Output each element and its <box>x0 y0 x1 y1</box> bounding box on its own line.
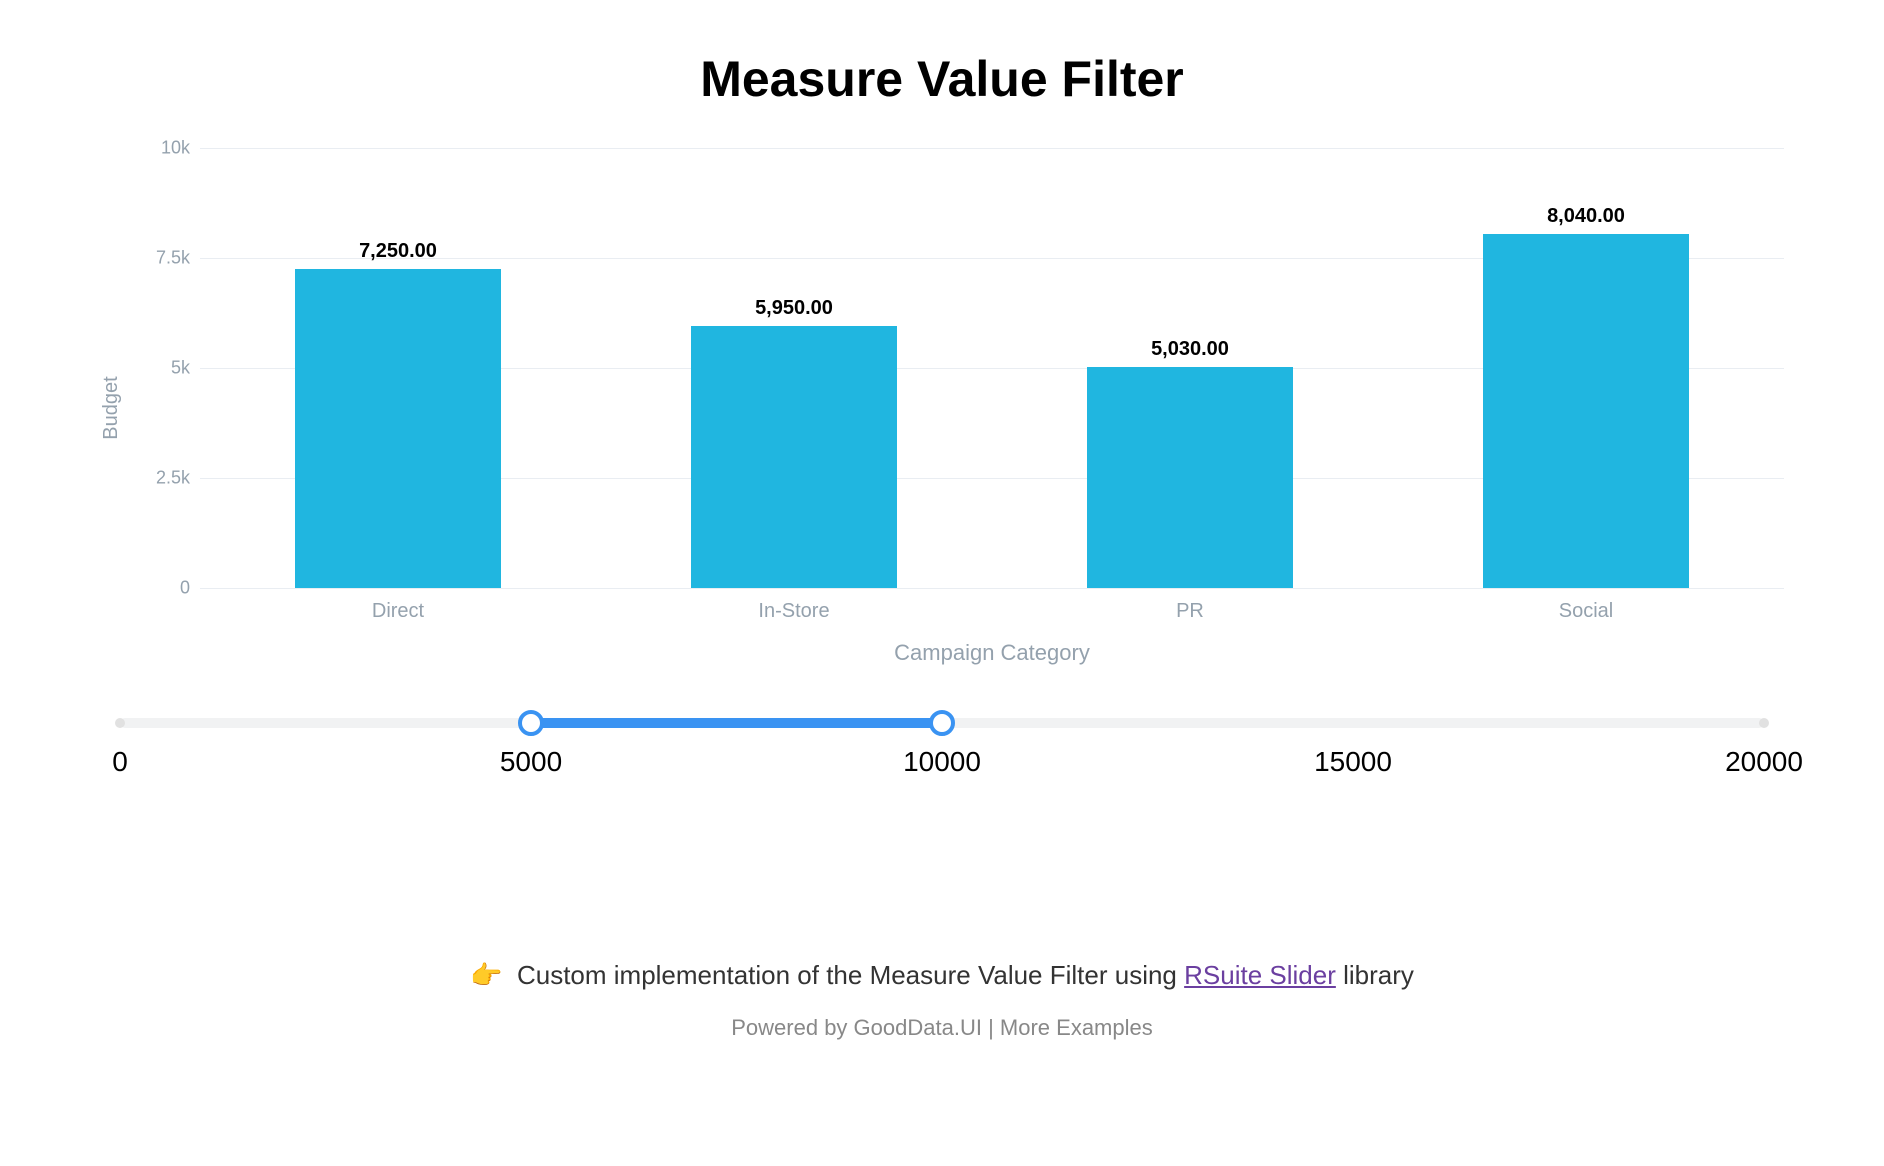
bar[interactable] <box>691 326 897 588</box>
powered-brand[interactable]: GoodData.UI <box>854 1015 982 1040</box>
bar-slot: 5,030.00 <box>992 148 1388 588</box>
y-tick-label: 0 <box>140 578 190 599</box>
slider-end-dot <box>115 718 125 728</box>
range-slider[interactable]: 05000100001500020000 <box>120 718 1764 780</box>
bar-slot: 8,040.00 <box>1388 148 1784 588</box>
slider-handle-from[interactable] <box>518 710 544 736</box>
bar-value-label: 5,030.00 <box>1151 338 1229 361</box>
slider-tick-label: 0 <box>112 746 128 778</box>
footer-text-after: library <box>1336 960 1414 990</box>
slider-tick-label: 15000 <box>1314 746 1392 778</box>
y-tick-label: 5k <box>140 358 190 379</box>
bar-slot: 5,950.00 <box>596 148 992 588</box>
bar[interactable] <box>1483 234 1689 588</box>
slider-tick-label: 20000 <box>1725 746 1803 778</box>
footer-text-before: Custom implementation of the Measure Val… <box>517 960 1184 990</box>
more-examples-link[interactable]: More Examples <box>1000 1015 1153 1040</box>
bar-chart: Budget 0 2.5k 5k 7.5k 10k 7,250.00 5,950.00 5,0… <box>60 138 1824 678</box>
bar[interactable] <box>295 269 501 588</box>
x-axis-label: Campaign Category <box>200 640 1784 666</box>
slider-handle-to[interactable] <box>929 710 955 736</box>
footer-note: 👉 Custom implementation of the Measure V… <box>60 960 1824 991</box>
bars-row: 7,250.00 5,950.00 5,030.00 8,040.00 <box>200 148 1784 588</box>
x-tick-label: PR <box>992 600 1388 623</box>
x-tick-row: DirectIn-StorePRSocial <box>200 600 1784 623</box>
slider-selected-range[interactable] <box>531 718 942 728</box>
x-tick-label: Social <box>1388 600 1784 623</box>
x-tick-label: Direct <box>200 600 596 623</box>
y-tick-label: 2.5k <box>140 468 190 489</box>
rsuite-slider-link[interactable]: RSuite Slider <box>1184 960 1336 990</box>
slider-end-dot <box>1759 718 1769 728</box>
point-right-icon: 👉 <box>470 960 502 990</box>
y-axis-label: Budget <box>100 376 123 439</box>
bar-value-label: 7,250.00 <box>359 240 437 263</box>
y-tick-label: 7.5k <box>140 248 190 269</box>
y-tick-label: 10k <box>140 138 190 159</box>
bar-slot: 7,250.00 <box>200 148 596 588</box>
bar-value-label: 5,950.00 <box>755 297 833 320</box>
slider-tick-labels: 05000100001500020000 <box>120 746 1764 780</box>
bar-value-label: 8,040.00 <box>1547 205 1625 228</box>
bar[interactable] <box>1087 367 1293 588</box>
slider-tick-label: 10000 <box>903 746 981 778</box>
slider-tick-label: 5000 <box>500 746 562 778</box>
page-title: Measure Value Filter <box>60 50 1824 108</box>
grid-line <box>200 588 1784 589</box>
powered-by: Powered by GoodData.UI | More Examples <box>60 1015 1824 1041</box>
x-tick-label: In-Store <box>596 600 992 623</box>
slider-track[interactable] <box>120 718 1764 728</box>
